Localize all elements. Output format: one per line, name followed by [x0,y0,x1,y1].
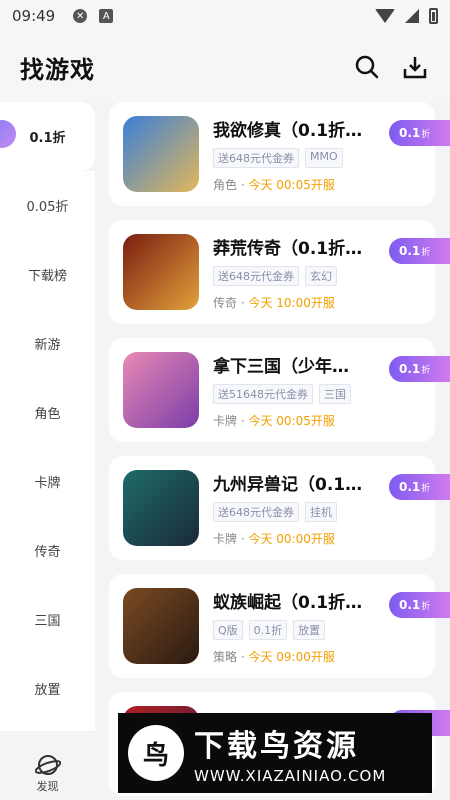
sidebar-item-label: 卡牌 [34,476,61,491]
discount-value: 0.1 [399,362,421,376]
watermark: 鸟 下载鸟资源 WWW.XIAZAINIAO.COM [118,713,432,793]
sidebar-item-8[interactable]: 放置 [0,654,95,723]
game-meta: 卡牌 · 今天 00:00开服 [213,531,335,546]
server-open-time: 今天 00:05开服 [248,413,335,428]
game-tag: 玄幻 [305,265,337,286]
game-tag: 0.1折 [248,619,288,640]
game-tag: 挂机 [305,501,337,522]
game-list: 我欲修真（0.1折… 送648元代金券 MMO 角色 · 今天 00:05开服 0.1 折… [95,102,450,800]
sidebar-item-label: 传奇 [34,545,61,560]
discount-badge: 0.1折 [389,356,450,382]
sidebar-item-label: 放置 [34,683,61,698]
game-icon[interactable] [123,588,199,664]
discount-badge: 0.1折 [389,238,450,264]
game-tag: 放置 [293,619,326,640]
game-tag: 三国 [319,383,351,404]
game-meta: 传奇 · 今天 10:00开服 [213,295,335,310]
signal-icon [405,9,419,23]
game-tag: 送648元代金券 [213,265,299,286]
watermark-url: WWW.XIAZAINIAO.COM [194,767,387,785]
game-category: 传奇 [213,295,238,310]
game-name: 莽荒传奇（0.1折… [213,238,363,259]
game-name: 我欲修真（0.1折… [213,120,363,141]
page-title: 找游戏 [20,55,95,84]
game-meta: 卡牌 · 今天 00:05开服 [213,413,335,428]
discount-value: 0.1 [399,126,421,140]
discount-badge: 0.1折 [389,474,450,500]
server-open-time: 今天 00:05开服 [248,177,335,192]
game-tag: 送648元代金券 [213,147,299,168]
watermark-title: 下载鸟资源 [194,729,359,764]
server-open-time: 今天 09:00开服 [248,649,335,664]
game-icon[interactable] [123,116,199,192]
sidebar-item-2[interactable]: 下载榜 [0,240,95,309]
search-icon[interactable] [352,52,382,82]
discount-unit: 折 [421,129,431,140]
game-icon[interactable] [123,234,199,310]
server-open-time: 今天 00:00开服 [248,531,335,546]
discover-tab[interactable]: 发现 [0,752,95,794]
sidebar-item-6[interactable]: 传奇 [0,516,95,585]
status-bar: 09:49 ✕ A [0,0,450,32]
game-card[interactable]: 九州异兽记（0.1… 送648元代金券 挂机卡牌 · 今天 00:00开服 0.1 折 [109,456,450,560]
game-tag: MMO [305,147,343,168]
game-category: 角色 [213,177,238,192]
sidebar-item-label: 新游 [34,338,61,353]
notification-icon: ✕ [73,9,88,23]
discount-badge: 0.1折 [389,120,450,146]
app-notification-icon: A [99,9,114,23]
game-name: 拿下三国（少年… [213,356,349,377]
game-tag: Q版 [213,619,243,640]
discount-value: 0.1 [399,480,421,494]
sidebar-item-5[interactable]: 卡牌 [0,447,95,516]
sidebar-item-label: 0.1折 [29,131,66,146]
download-icon[interactable] [400,52,430,82]
game-meta: 策略 · 今天 09:00开服 [213,649,335,664]
planet-icon [34,755,61,775]
watermark-logo: 鸟 [128,725,184,781]
game-name: 蚁族崛起（0.1折… [213,592,363,613]
battery-icon [429,8,438,24]
discount-unit: 折 [421,247,431,258]
status-time: 09:49 [12,7,56,25]
sidebar-item-label: 三国 [34,614,61,629]
sidebar-item-1[interactable]: 0.05折 [0,171,95,240]
game-card[interactable]: 莽荒传奇（0.1折… 送648元代金券 玄幻传奇 · 今天 10:00开服 0.1 折 [109,220,450,324]
game-category: 卡牌 [213,413,238,428]
server-open-time: 今天 10:00开服 [248,295,335,310]
discover-label: 发现 [36,780,59,793]
game-icon[interactable] [123,352,199,428]
discount-badge: 0.1折 [389,592,450,618]
game-name: 九州异兽记（0.1… [213,474,363,495]
game-card[interactable]: 我欲修真（0.1折… 送648元代金券 MMO 角色 · 今天 00:05开服 0.1 折 [109,102,450,206]
discount-value: 0.1 [399,598,421,612]
game-tag: 送51648元代金券 [213,383,313,404]
game-meta: 角色 · 今天 00:05开服 [213,177,335,192]
sidebar-item-4[interactable]: 角色 [0,378,95,447]
discount-value: 0.1 [399,244,421,258]
sidebar-item-7[interactable]: 三国 [0,585,95,654]
sidebar-item-label: 角色 [34,407,61,422]
game-category: 卡牌 [213,531,238,546]
sidebar-item-3[interactable]: 新游 [0,309,95,378]
category-sidebar: 0.1折 0.05折下载榜新游角色卡牌传奇三国放置 发现 [0,102,95,800]
wifi-icon [375,9,395,23]
game-icon[interactable] [123,470,199,546]
discount-unit: 折 [421,483,431,494]
game-card[interactable]: 拿下三国（少年… 送51648元代金券 三国卡牌 · 今天 00:05开服 0.1 折 [109,338,450,442]
sidebar-item-label: 0.05折 [26,200,69,215]
sidebar-item-label: 下载榜 [27,269,67,284]
game-category: 策略 [213,649,238,664]
game-tag: 送648元代金券 [213,501,299,522]
header: 找游戏 [0,32,450,102]
discount-unit: 折 [421,365,431,376]
discount-unit: 折 [421,601,431,612]
game-card[interactable]: 蚁族崛起（0.1折… Q版 0.1折 放置 策略 · 今天 09:00开服 0.1 折 [109,574,450,678]
sidebar-item-0[interactable]: 0.1折 [0,102,95,171]
